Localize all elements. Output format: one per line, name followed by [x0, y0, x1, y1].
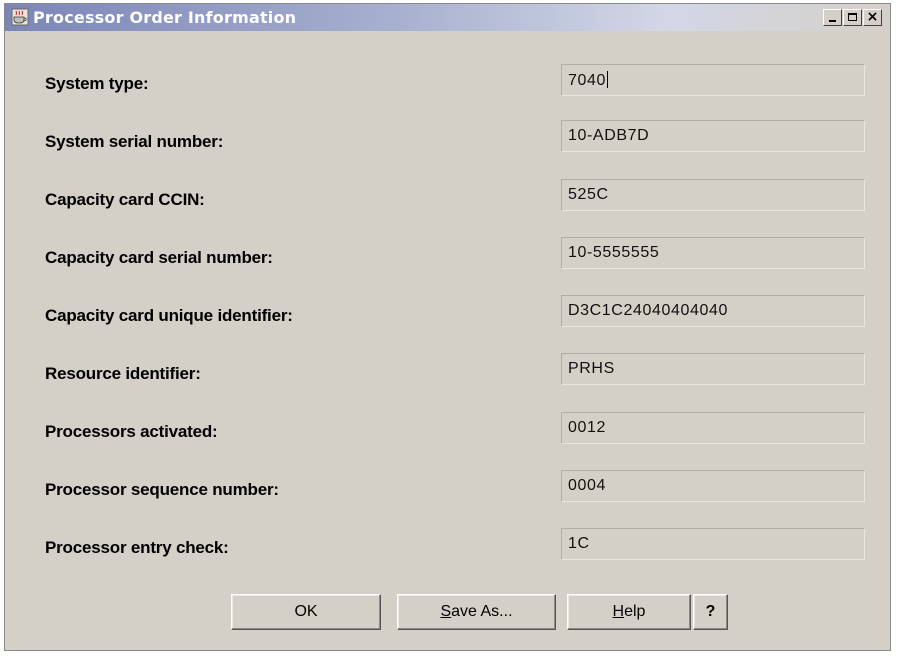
capacity-card-serial-number-label: Capacity card serial number:: [45, 248, 273, 267]
minimize-button[interactable]: [823, 9, 842, 26]
capacity-card-ccin-field[interactable]: 525C: [561, 179, 865, 211]
processor-entry-check-field[interactable]: 1C: [561, 528, 865, 560]
system-type-label: System type:: [45, 74, 149, 93]
system-serial-number-label: System serial number:: [45, 132, 224, 151]
system-type-field[interactable]: 7040: [561, 64, 865, 96]
ok-button[interactable]: OK: [231, 594, 381, 630]
coffee-cup-icon: [11, 8, 29, 26]
capacity-card-unique-identifier-label: Capacity card unique identifier:: [45, 306, 293, 325]
resource-identifier-field[interactable]: PRHS: [561, 353, 865, 385]
help-button[interactable]: Help: [567, 594, 691, 630]
processors-activated-label: Processors activated:: [45, 422, 218, 441]
resource-identifier-label: Resource identifier:: [45, 364, 201, 383]
processor-entry-check-label: Processor entry check:: [45, 538, 229, 557]
close-button[interactable]: ×: [863, 9, 882, 26]
processors-activated-field[interactable]: 0012: [561, 412, 865, 444]
system-type-value: 7040: [568, 72, 606, 89]
save-as-mnemonic: S: [440, 603, 452, 620]
capacity-card-serial-number-field[interactable]: 10-5555555: [561, 237, 865, 269]
close-icon: ×: [866, 9, 879, 25]
capacity-card-ccin-label: Capacity card CCIN:: [45, 190, 205, 209]
title-bar[interactable]: Processor Order Information ×: [5, 4, 890, 31]
help-mnemonic: H: [612, 603, 625, 620]
processor-sequence-number-field[interactable]: 0004: [561, 470, 865, 502]
help-label: elp: [624, 603, 646, 620]
dialog-window: Processor Order Information × System typ…: [4, 3, 891, 651]
window-title: Processor Order Information: [33, 8, 297, 27]
processor-sequence-number-label: Processor sequence number:: [45, 480, 279, 499]
save-as-label: ave As...: [451, 603, 513, 620]
capacity-card-unique-identifier-field[interactable]: D3C1C24040404040: [561, 295, 865, 327]
text-caret: [607, 71, 608, 88]
save-as-button[interactable]: Save As...: [397, 594, 556, 630]
system-serial-number-field[interactable]: 10-ADB7D: [561, 120, 865, 152]
context-help-button[interactable]: ?: [693, 594, 728, 630]
maximize-button[interactable]: [843, 9, 862, 26]
